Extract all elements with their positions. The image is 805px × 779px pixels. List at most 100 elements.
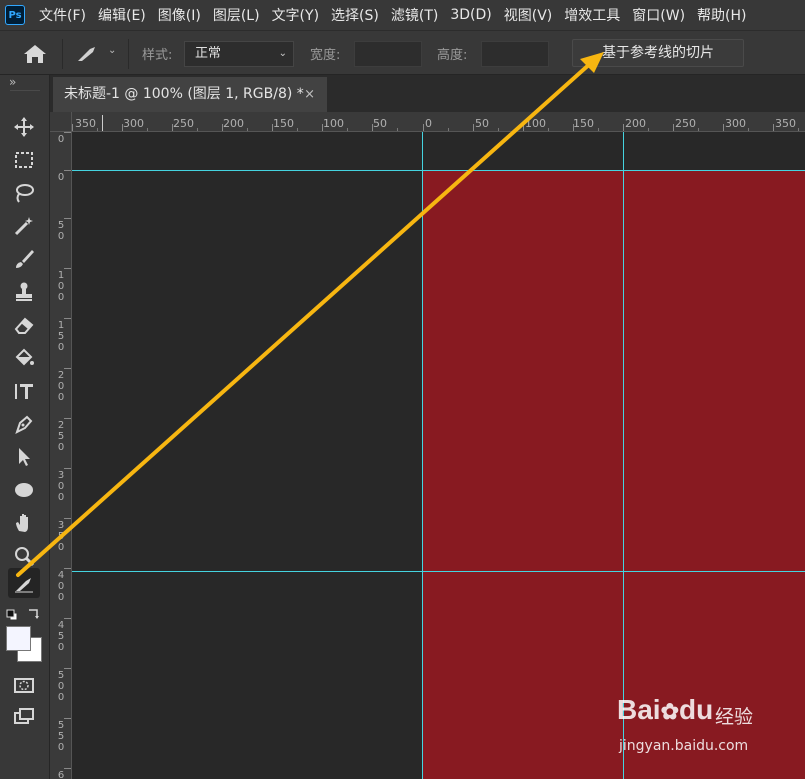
ruler-label: 150 xyxy=(273,117,294,130)
foreground-color-swatch[interactable] xyxy=(6,626,31,651)
watermark-url: jingyan.baidu.com xyxy=(619,738,749,754)
horizontal-guide[interactable] xyxy=(72,571,805,572)
path-select-icon[interactable] xyxy=(8,442,40,472)
collapse-panel-icon[interactable]: » xyxy=(9,75,16,89)
menu-help[interactable]: 帮助(H) xyxy=(697,5,746,25)
baidu-jingyan-watermark: Bai✿du 经验 jingyan.baidu.com xyxy=(617,688,767,768)
options-bar: ⌄ 样式: 正常 ⌄ 宽度: 高度: 基于参考线的切片 xyxy=(0,30,805,75)
menu-window[interactable]: 窗口(W) xyxy=(632,5,685,25)
ruler-label: 100 xyxy=(57,270,65,303)
type-icon[interactable] xyxy=(8,376,40,406)
ruler-label: 250 xyxy=(675,117,696,130)
menu-bar: Ps 文件(F) 编辑(E) 图像(I) 图层(L) 文字(Y) 选择(S) 滤… xyxy=(0,0,805,30)
ruler-label: 150 xyxy=(573,117,594,130)
menu-layer[interactable]: 图层(L) xyxy=(213,5,260,25)
ruler-label: 350 xyxy=(775,117,796,130)
ruler-tick xyxy=(64,218,71,219)
style-select-value: 正常 xyxy=(195,46,222,61)
horizontal-guide[interactable] xyxy=(72,170,805,171)
slice-tool-preset-icon[interactable] xyxy=(76,45,98,63)
ruler-label: 350 xyxy=(75,117,96,130)
stamp-icon[interactable] xyxy=(8,277,40,307)
vertical-ruler[interactable]: 0 0 50 100 150 200 250 300 350 400 450 500 550 6 xyxy=(50,132,72,779)
ruler-label: 150 xyxy=(57,320,65,353)
menu-file[interactable]: 文件(F) xyxy=(39,5,86,25)
height-label: 高度: xyxy=(437,48,468,63)
ruler-tick xyxy=(64,268,71,269)
chevron-down-icon[interactable]: ⌄ xyxy=(108,45,116,56)
menu-select[interactable]: 选择(S) xyxy=(331,5,379,25)
ruler-label: 250 xyxy=(57,420,65,453)
menu-plugins[interactable]: 增效工具 xyxy=(564,5,620,25)
ruler-tick xyxy=(64,468,71,469)
ruler-tick xyxy=(64,170,71,171)
move-icon[interactable] xyxy=(8,112,40,142)
ruler-tick xyxy=(64,668,71,669)
vertical-guide[interactable] xyxy=(422,132,423,779)
horizontal-ruler[interactable]: 350 300 250 200 150 100 50 0 50 100 150 … xyxy=(72,112,805,132)
ruler-corner[interactable] xyxy=(50,112,72,132)
ruler-label: 50 xyxy=(57,220,65,242)
swap-colors-icon[interactable] xyxy=(27,605,41,619)
ruler-label: 0 xyxy=(57,172,65,183)
document-tab[interactable]: 未标题-1 @ 100% (图层 1, RGB/8) * × xyxy=(53,77,327,112)
ruler-label: 200 xyxy=(625,117,646,130)
menu-view[interactable]: 视图(V) xyxy=(504,5,553,25)
photoshop-logo: Ps xyxy=(5,5,25,25)
menu-edit[interactable]: 编辑(E) xyxy=(98,5,146,25)
screen-mode-icon[interactable] xyxy=(8,701,40,731)
ruler-label: 400 xyxy=(57,570,65,603)
ruler-tick xyxy=(64,718,71,719)
magic-wand-icon[interactable] xyxy=(8,211,40,241)
brush-icon[interactable] xyxy=(8,244,40,274)
height-field[interactable] xyxy=(481,41,549,67)
slices-from-guides-button[interactable]: 基于参考线的切片 xyxy=(572,39,744,67)
eraser-icon[interactable] xyxy=(8,310,40,340)
ruler-label: 300 xyxy=(725,117,746,130)
close-icon[interactable]: × xyxy=(304,77,315,112)
options-separator xyxy=(128,39,129,69)
home-icon[interactable] xyxy=(22,44,48,64)
ellipse-icon[interactable] xyxy=(8,475,40,505)
lasso-icon[interactable] xyxy=(8,178,40,208)
ruler-label: 550 xyxy=(57,720,65,753)
ruler-label: 300 xyxy=(57,470,65,503)
menu-3d[interactable]: 3D(D) xyxy=(450,7,491,23)
ruler-label: 0 xyxy=(57,134,65,145)
menu-type[interactable]: 文字(Y) xyxy=(272,5,319,25)
menu-image[interactable]: 图像(I) xyxy=(158,5,201,25)
slice-icon[interactable] xyxy=(8,568,40,598)
paint-bucket-icon[interactable] xyxy=(8,343,40,373)
style-select[interactable]: 正常 ⌄ xyxy=(184,41,294,67)
pen-icon[interactable] xyxy=(8,409,40,439)
tools-panel: » xyxy=(0,75,50,779)
chevron-down-icon: ⌄ xyxy=(278,48,287,59)
menu-filter[interactable]: 滤镜(T) xyxy=(391,5,438,25)
ruler-tick xyxy=(64,768,71,769)
canvas-workspace[interactable] xyxy=(72,132,805,779)
marquee-icon[interactable] xyxy=(8,145,40,175)
ruler-label: 450 xyxy=(57,620,65,653)
ruler-label: 200 xyxy=(57,370,65,403)
width-field[interactable] xyxy=(354,41,422,67)
ruler-label: 50 xyxy=(475,117,489,130)
watermark-brand: Bai✿du xyxy=(617,694,714,725)
zoom-icon[interactable] xyxy=(8,541,40,571)
ruler-tick xyxy=(64,132,71,133)
document-tab-bar: 未标题-1 @ 100% (图层 1, RGB/8) * × xyxy=(50,75,805,112)
ruler-tick xyxy=(64,568,71,569)
ruler-label: 300 xyxy=(123,117,144,130)
panel-divider xyxy=(10,90,40,91)
ruler-label: 100 xyxy=(525,117,546,130)
ruler-label: 6 xyxy=(57,770,65,779)
options-separator xyxy=(62,39,63,69)
width-label: 宽度: xyxy=(310,48,341,63)
style-label: 样式: xyxy=(142,48,173,63)
default-colors-icon[interactable] xyxy=(6,606,18,621)
hand-icon[interactable] xyxy=(8,508,40,538)
ruler-tick xyxy=(64,518,71,519)
vertical-guide[interactable] xyxy=(623,132,624,779)
quick-mask-icon[interactable] xyxy=(8,670,40,700)
ruler-label: 500 xyxy=(57,670,65,703)
document-tab-title: 未标题-1 @ 100% (图层 1, RGB/8) * xyxy=(64,86,304,102)
